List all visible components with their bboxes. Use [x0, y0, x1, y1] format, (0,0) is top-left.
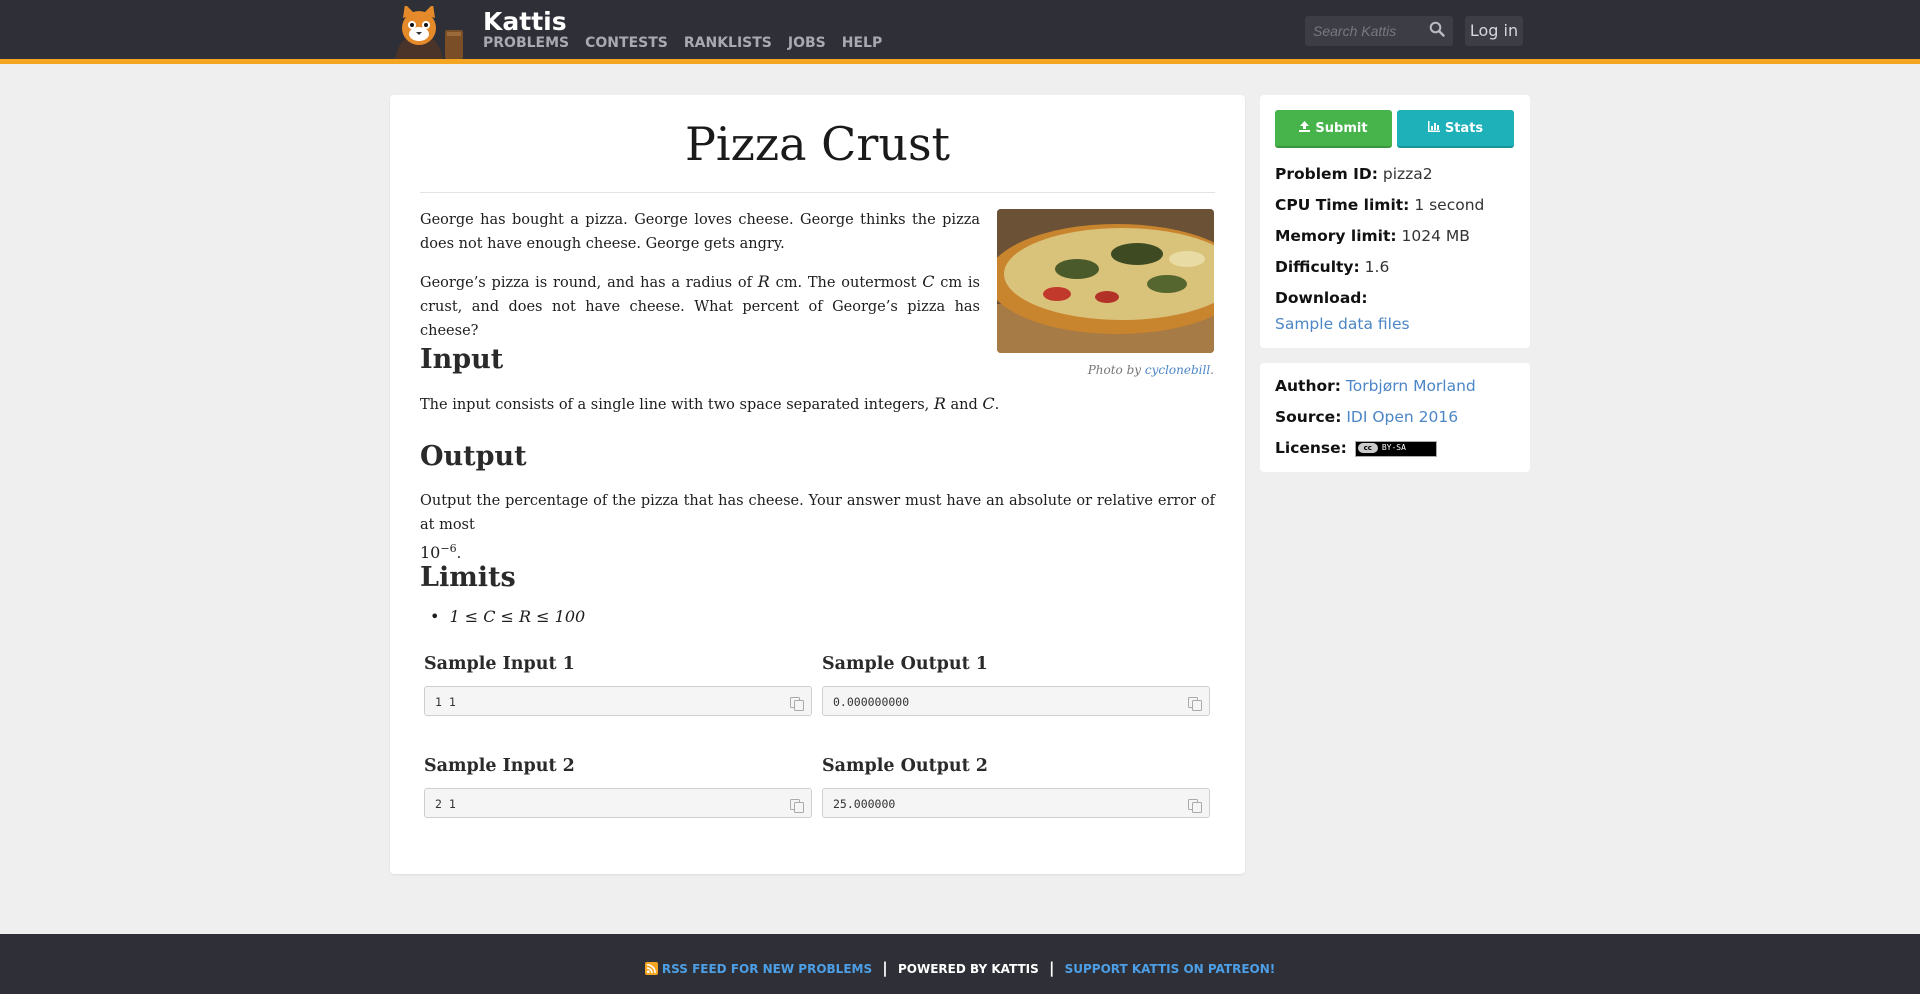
top-navbar: Kattis PROBLEMS CONTESTS RANKLISTS JOBS … — [0, 0, 1920, 64]
kattis-logo[interactable] — [389, 4, 471, 59]
sample-output-2-box[interactable]: 25.000000 — [822, 788, 1210, 818]
stats-button[interactable]: Stats — [1397, 110, 1514, 148]
sample-output-2-label: Sample Output 2 — [822, 756, 988, 776]
author-row: Author: Torbjørn Morland — [1275, 377, 1476, 395]
license-row: License: cc BY-SA — [1275, 439, 1437, 457]
nav-ranklists[interactable]: RANKLISTS — [684, 35, 772, 51]
sample-output-1-label: Sample Output 1 — [822, 654, 988, 674]
copy-icon[interactable] — [789, 795, 805, 825]
input-heading: Input — [420, 344, 504, 375]
memory-limit-row: Memory limit: 1024 MB — [1275, 227, 1470, 245]
sample-output-1-box[interactable]: 0.000000000 — [822, 686, 1210, 716]
footer: RSS FEED FOR NEW PROBLEMS | POWERED BY K… — [0, 934, 1920, 994]
patreon-link[interactable]: SUPPORT KATTIS ON PATREON! — [1065, 962, 1276, 976]
login-button[interactable]: Log in — [1465, 16, 1523, 46]
nav-help[interactable]: HELP — [842, 35, 882, 51]
upload-icon — [1299, 120, 1311, 136]
rss-icon — [644, 962, 658, 978]
intro-paragraph-2: George’s pizza is round, and has a radiu… — [420, 272, 980, 339]
search-input[interactable] — [1305, 22, 1425, 40]
powered-by-text: POWERED BY KATTIS — [897, 962, 1039, 976]
math-var-c: C — [922, 272, 935, 291]
problem-meta-card: Author: Torbjørn Morland Source: IDI Ope… — [1260, 363, 1530, 472]
sample-input-1-label: Sample Input 1 — [424, 654, 575, 674]
sample-data-link[interactable]: Sample data files — [1275, 315, 1410, 333]
source-link[interactable]: IDI Open 2016 — [1346, 408, 1458, 426]
sample-input-1-box[interactable]: 1 1 — [424, 686, 812, 716]
problem-title: Pizza Crust — [684, 117, 951, 171]
copy-icon[interactable] — [1187, 795, 1203, 825]
brand-name[interactable]: Kattis — [483, 7, 567, 36]
rss-feed-link[interactable]: RSS FEED FOR NEW PROBLEMS — [662, 962, 872, 976]
nav-jobs[interactable]: JOBS — [788, 35, 826, 51]
photo-caption: Photo by cyclonebill. — [1087, 363, 1214, 377]
search-box — [1305, 16, 1453, 46]
main-nav: PROBLEMS CONTESTS RANKLISTS JOBS HELP — [483, 35, 882, 51]
input-description: The input consists of a single line with… — [420, 394, 1000, 413]
bar-chart-icon — [1427, 120, 1440, 136]
copy-icon[interactable] — [1187, 693, 1203, 723]
sample-input-2-label: Sample Input 2 — [424, 756, 575, 776]
submit-button[interactable]: Submit — [1275, 110, 1392, 148]
limit-item: • 1 ≤ C ≤ R ≤ 100 — [430, 607, 586, 626]
difficulty-row: Difficulty: 1.6 — [1275, 258, 1390, 276]
problem-id-row: Problem ID: pizza2 — [1275, 165, 1433, 183]
nav-problems[interactable]: PROBLEMS — [483, 35, 569, 51]
source-row: Source: IDI Open 2016 — [1275, 408, 1459, 426]
sample-input-2-box[interactable]: 2 1 — [424, 788, 812, 818]
download-row: Download: — [1275, 289, 1368, 307]
nav-contests[interactable]: CONTESTS — [585, 35, 668, 51]
author-link[interactable]: Torbjørn Morland — [1346, 377, 1476, 395]
intro-paragraph-1: George has bought a pizza. George loves … — [420, 212, 980, 252]
limits-heading: Limits — [420, 562, 516, 593]
problem-card: Pizza Crust George has bought a pizza. G… — [390, 95, 1245, 874]
photo-author-link[interactable]: cyclonebill — [1145, 363, 1210, 377]
output-description: Output the percentage of the pizza that … — [420, 493, 1215, 562]
pizza-photo — [997, 209, 1214, 353]
cpu-limit-row: CPU Time limit: 1 second — [1275, 196, 1485, 214]
search-icon[interactable] — [1429, 21, 1445, 42]
title-divider — [420, 192, 1215, 193]
problem-info-card: Submit Stats Problem ID: pizza2 CPU Time… — [1260, 95, 1530, 348]
output-heading: Output — [420, 441, 527, 472]
math-var-r: R — [757, 272, 770, 291]
copy-icon[interactable] — [789, 693, 805, 723]
cc-license-badge[interactable]: cc BY-SA — [1354, 440, 1437, 457]
